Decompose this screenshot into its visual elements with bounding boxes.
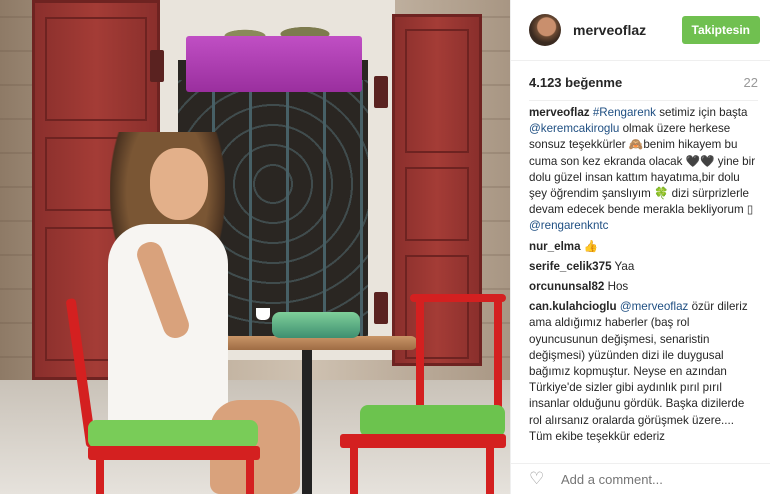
caption-username[interactable]: merveoflaz [529,106,590,119]
likes-row: 4.123 beğenme 22 [511,61,770,90]
avatar[interactable] [529,14,561,46]
comment-username[interactable]: serife_celik375 [529,260,612,273]
right-red-shutter [392,14,482,366]
red-chair-left-leg [96,460,104,494]
shutter-hinge [374,292,388,324]
following-button[interactable]: Takiptesin [681,16,760,44]
post-time: 22 [743,75,758,90]
red-chair-right-post [416,300,424,420]
red-chair-left-leg [246,460,254,494]
add-comment-input[interactable] [559,470,753,488]
cafe-table [205,336,417,350]
comments-list: merveoflaz #Rengarenk setimiz için başta… [511,101,770,445]
red-chair-left-seat [88,446,260,460]
red-chair-right-seat [340,434,506,448]
comment-mention[interactable]: @merveoflaz [620,300,688,313]
likes-count[interactable]: 4.123 beğenme [529,75,622,90]
shutter-hinge [150,50,164,82]
caption-text: setimiz için başta [655,106,748,119]
red-chair-right [410,294,506,302]
instagram-post: merveoflaz Takiptesin 4.123 beğenme 22 m… [0,0,770,494]
comment-item: orcununsal82 Hos [529,279,758,295]
cafe-table-leg [302,350,312,494]
comment-username[interactable]: nur_elma [529,240,581,253]
comment-item: can.kulahcioglu @merveoflaz özür dileriz… [529,299,758,445]
red-chair-right-leg [350,448,358,494]
post-sidebar: merveoflaz Takiptesin 4.123 beğenme 22 m… [510,0,770,494]
comment-text: 👍 [580,239,599,253]
red-chair-right-leg [486,448,494,494]
comment-item: serife_celik375 Yaa [529,259,758,275]
caption-text: olmak üzere herkese sonsuz teşekkürler 🙈… [529,122,756,217]
username[interactable]: merveoflaz [573,22,682,38]
caption-mention[interactable]: @rengarenkntc [529,219,608,232]
woman-face [150,148,208,220]
coffee-cup [256,308,270,320]
green-bag [272,312,360,338]
comment-text: özür dileriz ama aldığımız haberler (baş… [529,300,748,443]
comment-username[interactable]: can.kulahcioglu [529,300,617,313]
purple-planter [186,36,362,92]
red-chair-right-post [494,300,502,420]
comment-text: Yaa [611,259,635,273]
caption: merveoflaz #Rengarenk setimiz için başta… [529,105,758,235]
comment-text: Hos [604,280,629,294]
caption-mention[interactable]: @keremcakiroglu [529,122,619,135]
green-cushion [88,420,258,448]
green-cushion [360,405,505,437]
post-photo[interactable] [0,0,510,494]
post-header: merveoflaz Takiptesin [511,0,770,61]
heart-icon[interactable]: ♡ [529,470,545,487]
shutter-hinge [374,76,388,108]
caption-hashtag[interactable]: #Rengarenk [593,106,656,119]
comment-username[interactable]: orcununsal82 [529,280,604,293]
comment-bar: ♡ [511,463,770,494]
comment-item: nur_elma 👍 [529,239,758,255]
